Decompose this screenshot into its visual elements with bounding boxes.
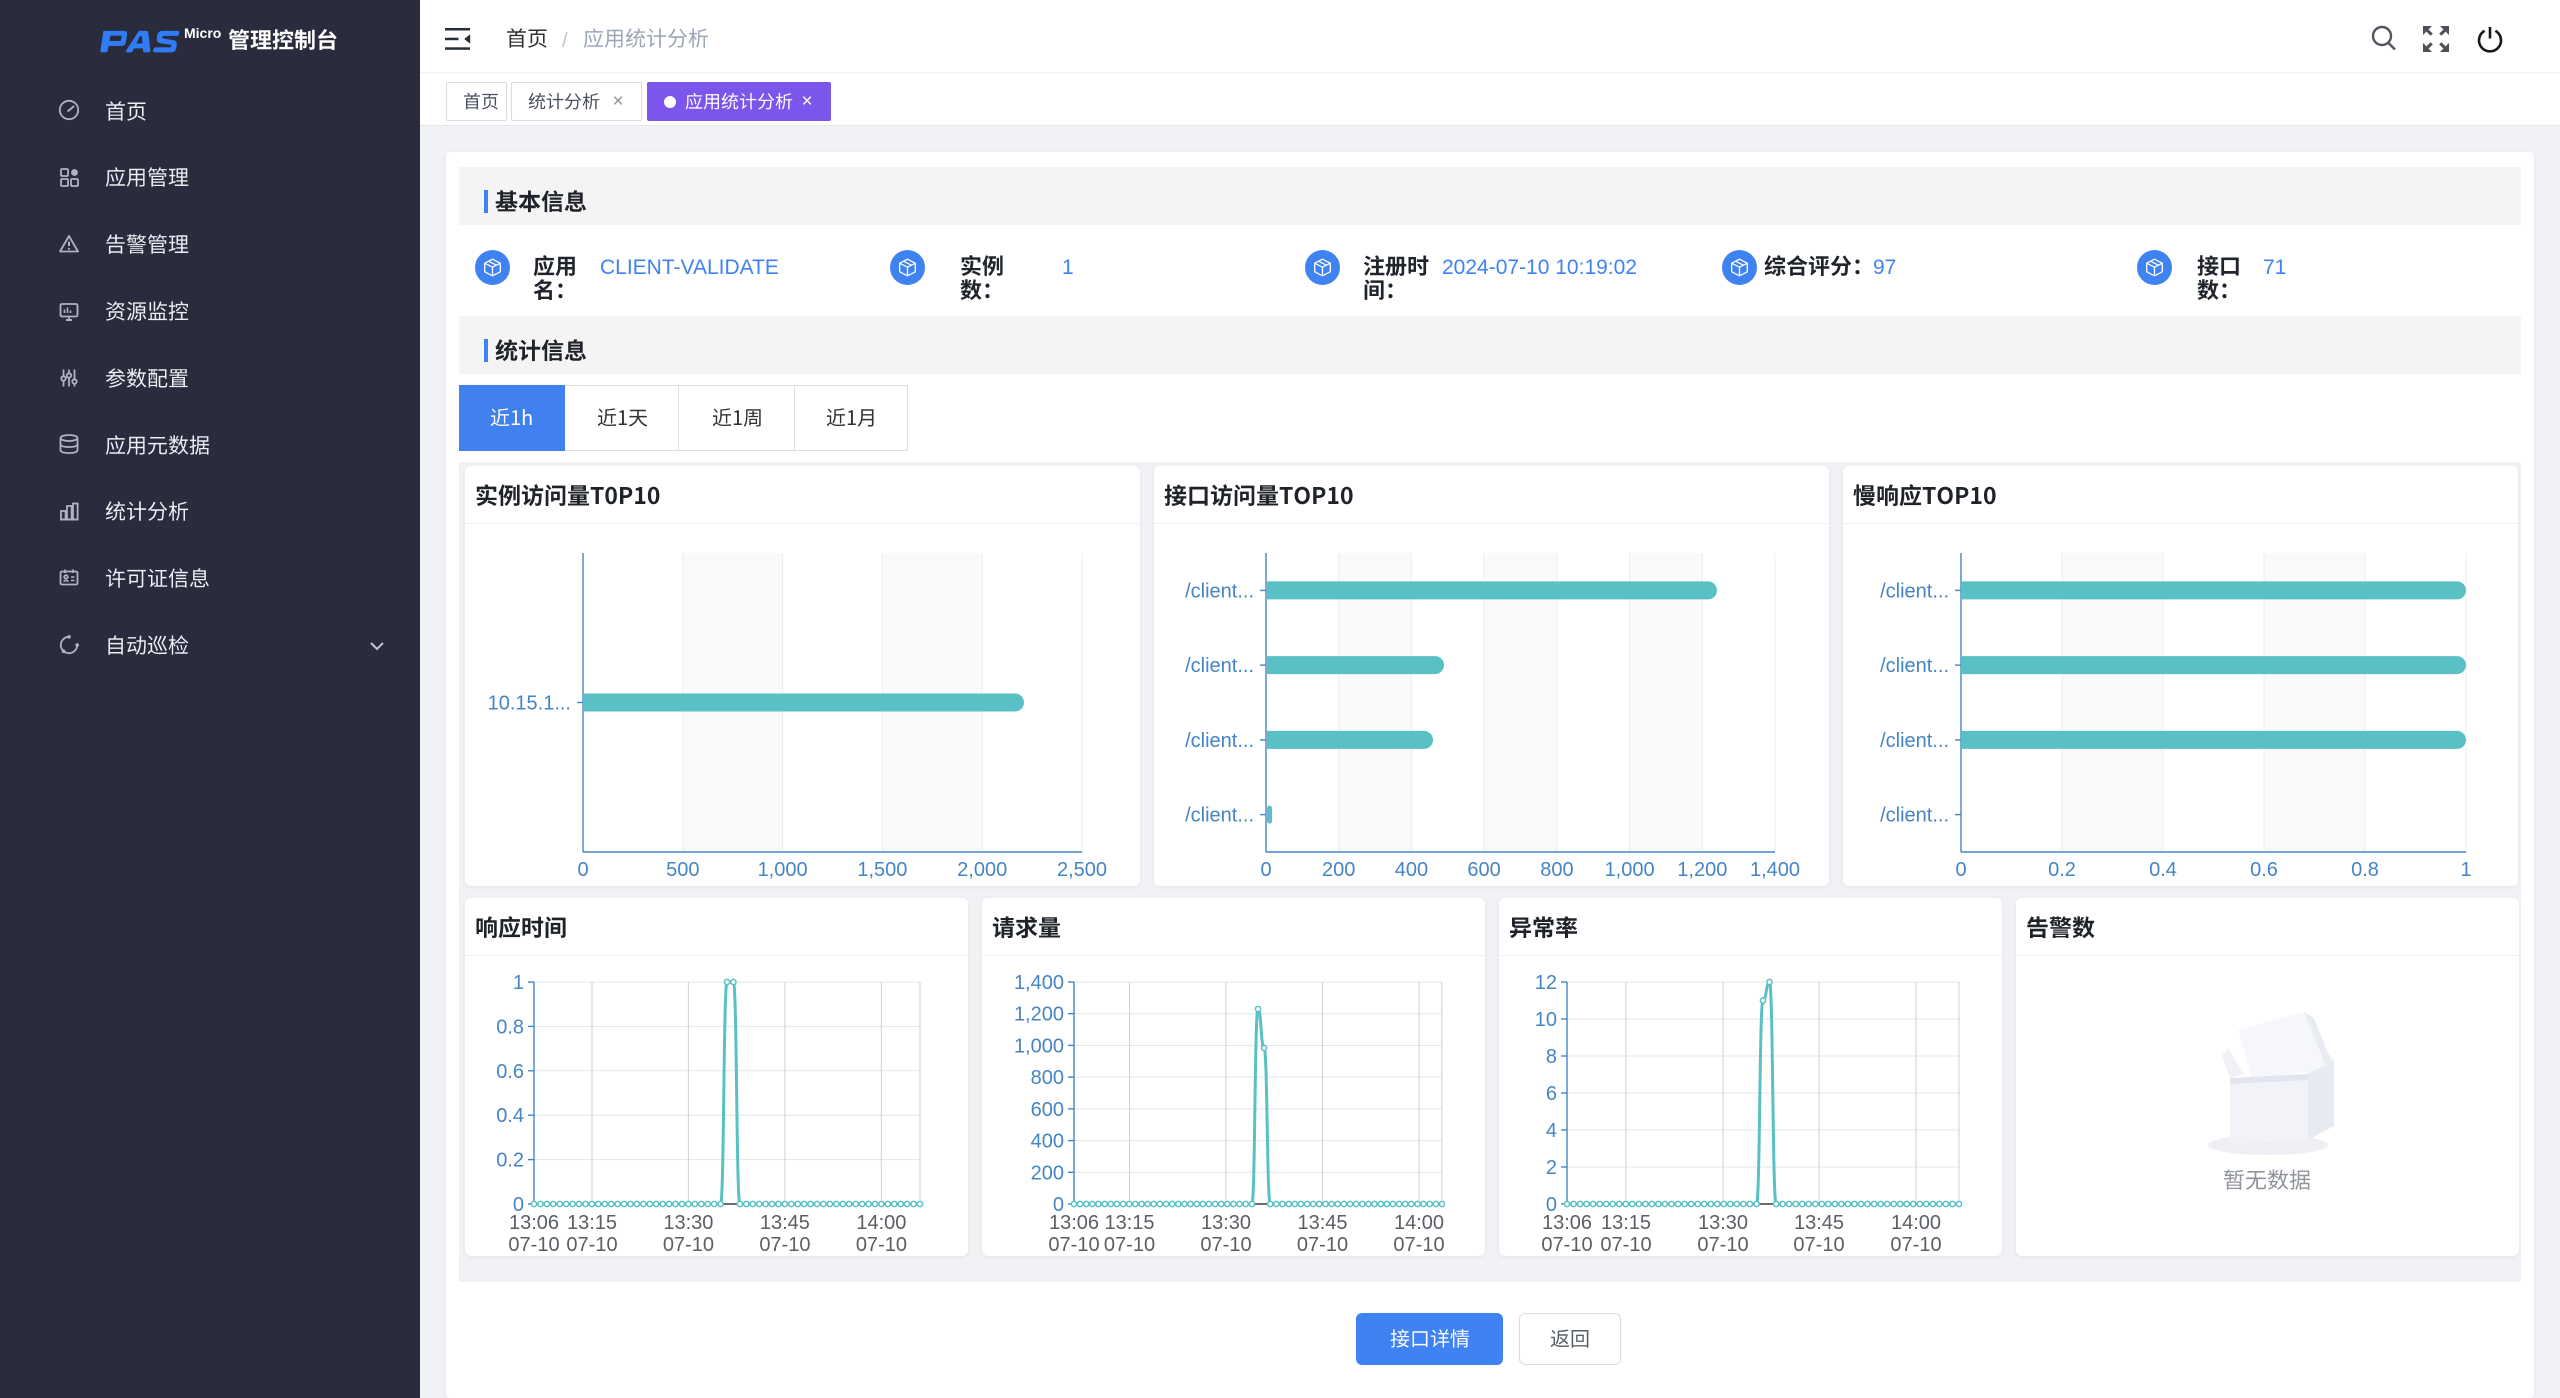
svg-text:13:06: 13:06 — [1542, 1212, 1592, 1234]
svg-text:07-10: 07-10 — [1200, 1234, 1251, 1256]
svg-text:8: 8 — [1546, 1046, 1557, 1068]
svg-text:1,400: 1,400 — [1750, 859, 1800, 881]
svg-text:07-10: 07-10 — [566, 1234, 617, 1256]
svg-text:10.15.1...: 10.15.1... — [488, 693, 571, 715]
svg-text:0.6: 0.6 — [496, 1061, 524, 1083]
svg-text:600: 600 — [1031, 1099, 1064, 1121]
svg-text:07-10: 07-10 — [663, 1234, 714, 1256]
svg-text:13:15: 13:15 — [1601, 1212, 1651, 1234]
svg-text:600: 600 — [1467, 859, 1500, 881]
svg-text:0.8: 0.8 — [496, 1016, 524, 1038]
svg-text:2: 2 — [1546, 1157, 1557, 1179]
svg-text:07-10: 07-10 — [856, 1234, 907, 1256]
svg-text:14:00: 14:00 — [1891, 1212, 1941, 1234]
svg-text:12: 12 — [1535, 972, 1557, 994]
svg-text:500: 500 — [666, 859, 699, 881]
svg-text:1: 1 — [2460, 859, 2471, 881]
svg-text:/client...: /client... — [1880, 580, 1949, 602]
svg-text:1,200: 1,200 — [1677, 859, 1727, 881]
svg-text:800: 800 — [1540, 859, 1573, 881]
svg-text:0.2: 0.2 — [496, 1150, 524, 1172]
svg-text:0.4: 0.4 — [2149, 859, 2177, 881]
svg-text:/client...: /client... — [1880, 730, 1949, 752]
svg-text:0.6: 0.6 — [2250, 859, 2278, 881]
svg-text:13:15: 13:15 — [1104, 1212, 1154, 1234]
svg-text:1: 1 — [513, 972, 524, 994]
svg-text:1,000: 1,000 — [1014, 1035, 1064, 1057]
svg-text:07-10: 07-10 — [508, 1234, 559, 1256]
svg-text:2,500: 2,500 — [1057, 859, 1107, 881]
svg-text:13:30: 13:30 — [663, 1212, 713, 1234]
svg-text:13:45: 13:45 — [1794, 1212, 1844, 1234]
svg-text:800: 800 — [1031, 1067, 1064, 1089]
svg-text:/client...: /client... — [1880, 655, 1949, 677]
svg-text:14:00: 14:00 — [1394, 1212, 1444, 1234]
svg-text:1,500: 1,500 — [857, 859, 907, 881]
svg-text:200: 200 — [1031, 1162, 1064, 1184]
svg-text:0: 0 — [1260, 859, 1271, 881]
svg-text:0.8: 0.8 — [2351, 859, 2379, 881]
svg-text:07-10: 07-10 — [1890, 1234, 1941, 1256]
svg-text:/client...: /client... — [1185, 730, 1254, 752]
svg-text:1,400: 1,400 — [1014, 972, 1064, 994]
svg-text:13:45: 13:45 — [1297, 1212, 1347, 1234]
svg-text:1,200: 1,200 — [1014, 1004, 1064, 1026]
svg-text:1,000: 1,000 — [758, 859, 808, 881]
svg-text:0: 0 — [1955, 859, 1966, 881]
svg-text:07-10: 07-10 — [759, 1234, 810, 1256]
svg-text:0.2: 0.2 — [2048, 859, 2076, 881]
svg-text:6: 6 — [1546, 1083, 1557, 1105]
svg-text:13:06: 13:06 — [1049, 1212, 1099, 1234]
svg-text:13:30: 13:30 — [1698, 1212, 1748, 1234]
svg-text:/client...: /client... — [1185, 655, 1254, 677]
svg-text:0: 0 — [577, 859, 588, 881]
svg-text:07-10: 07-10 — [1048, 1234, 1099, 1256]
svg-text:400: 400 — [1031, 1131, 1064, 1153]
svg-text:10: 10 — [1535, 1009, 1557, 1031]
svg-text:14:00: 14:00 — [856, 1212, 906, 1234]
svg-text:/client...: /client... — [1880, 805, 1949, 827]
svg-text:07-10: 07-10 — [1104, 1234, 1155, 1256]
svg-text:1,000: 1,000 — [1605, 859, 1655, 881]
svg-text:13:06: 13:06 — [509, 1212, 559, 1234]
svg-text:2,000: 2,000 — [957, 859, 1007, 881]
svg-text:07-10: 07-10 — [1393, 1234, 1444, 1256]
svg-text:0.4: 0.4 — [496, 1105, 524, 1127]
svg-text:07-10: 07-10 — [1697, 1234, 1748, 1256]
svg-text:07-10: 07-10 — [1600, 1234, 1651, 1256]
svg-text:13:30: 13:30 — [1201, 1212, 1251, 1234]
svg-text:4: 4 — [1546, 1120, 1557, 1142]
svg-text:13:45: 13:45 — [760, 1212, 810, 1234]
svg-text:400: 400 — [1395, 859, 1428, 881]
svg-text:07-10: 07-10 — [1297, 1234, 1348, 1256]
svg-text:13:15: 13:15 — [567, 1212, 617, 1234]
svg-text:/client...: /client... — [1185, 805, 1254, 827]
svg-text:200: 200 — [1322, 859, 1355, 881]
svg-text:07-10: 07-10 — [1541, 1234, 1592, 1256]
svg-text:07-10: 07-10 — [1793, 1234, 1844, 1256]
svg-text:/client...: /client... — [1185, 580, 1254, 602]
